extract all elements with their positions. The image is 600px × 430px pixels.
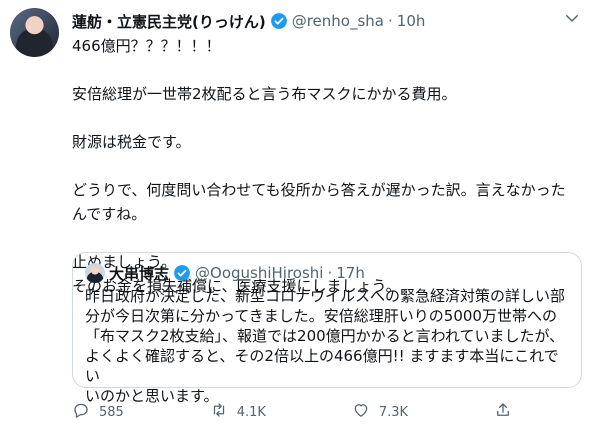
quoted-line: 昨日政府が決定した、新型コロナウイルスへの緊急経済対策の詳しい部 [85,287,566,305]
retweet-button[interactable]: 4.1K [210,401,266,423]
quoted-author-handle: @OogushiHiroshi [195,264,324,282]
quoted-tweet-header: 大串博志 @OogushiHiroshi · 17h [85,262,365,284]
tweet-line: 安倍総理が一世帯2枚配ると言う布マスクにかかる費用。 [72,85,457,103]
quoted-author-name: 大串博志 [109,264,170,283]
retweet-icon [210,401,228,423]
quoted-line: 「布マスク2枚支給」、報道では200億円かかると言われていましたが、 [85,327,565,345]
author-avatar[interactable] [10,8,59,57]
quoted-tweet-timestamp: 17h [336,264,365,282]
tweet-timestamp[interactable]: 10h [397,12,426,30]
share-button[interactable] [494,401,512,423]
quoted-line: 分が今日次第に分かってきました。安倍総理肝いりの5000万世帯への [85,307,557,325]
author-name[interactable]: 蓮舫・立憲民主党(りっけん) [72,11,266,32]
tweet-header: 蓮舫・立憲民主党(りっけん) @renho_sha · 10h [72,10,425,32]
quoted-tweet-text: 昨日政府が決定した、新型コロナウイルスへの緊急経済対策の詳しい部 分が今日次第に… [85,286,571,406]
tweet-line: 財源は税金です。 [72,133,191,151]
chevron-down-icon [563,9,581,31]
tweet-line: んですね。 [72,205,147,223]
quoted-line: よくよく確認すると、その2倍以上の466億円!! ますます本当にこれでい [85,347,559,385]
verified-badge-icon [270,12,288,30]
author-handle[interactable]: @renho_sha [292,12,384,30]
reply-count: 585 [99,404,124,420]
like-button[interactable]: 7.3K [352,401,408,423]
retweet-count: 4.1K [236,404,266,420]
tweet-line: どうりで、何度問い合わせても役所から答えが遅かった訳。言えなかった [72,181,566,199]
like-icon [352,401,370,423]
verified-badge-icon [173,264,191,282]
time-separator: · [327,264,333,282]
share-icon [494,401,512,423]
tweet-line: 466億円？？？！！！ [72,37,221,55]
tweet-actions: 585 4.1K 7.3K [72,398,512,426]
reply-button[interactable]: 585 [72,401,124,423]
quoted-author-avatar [85,263,105,283]
quoted-tweet[interactable]: 大串博志 @OogushiHiroshi · 17h 昨日政府が決定した、新型コ… [72,252,582,405]
time-separator: · [388,12,393,30]
like-count: 7.3K [378,404,409,420]
reply-icon [72,401,90,423]
more-options-button[interactable] [558,6,586,34]
